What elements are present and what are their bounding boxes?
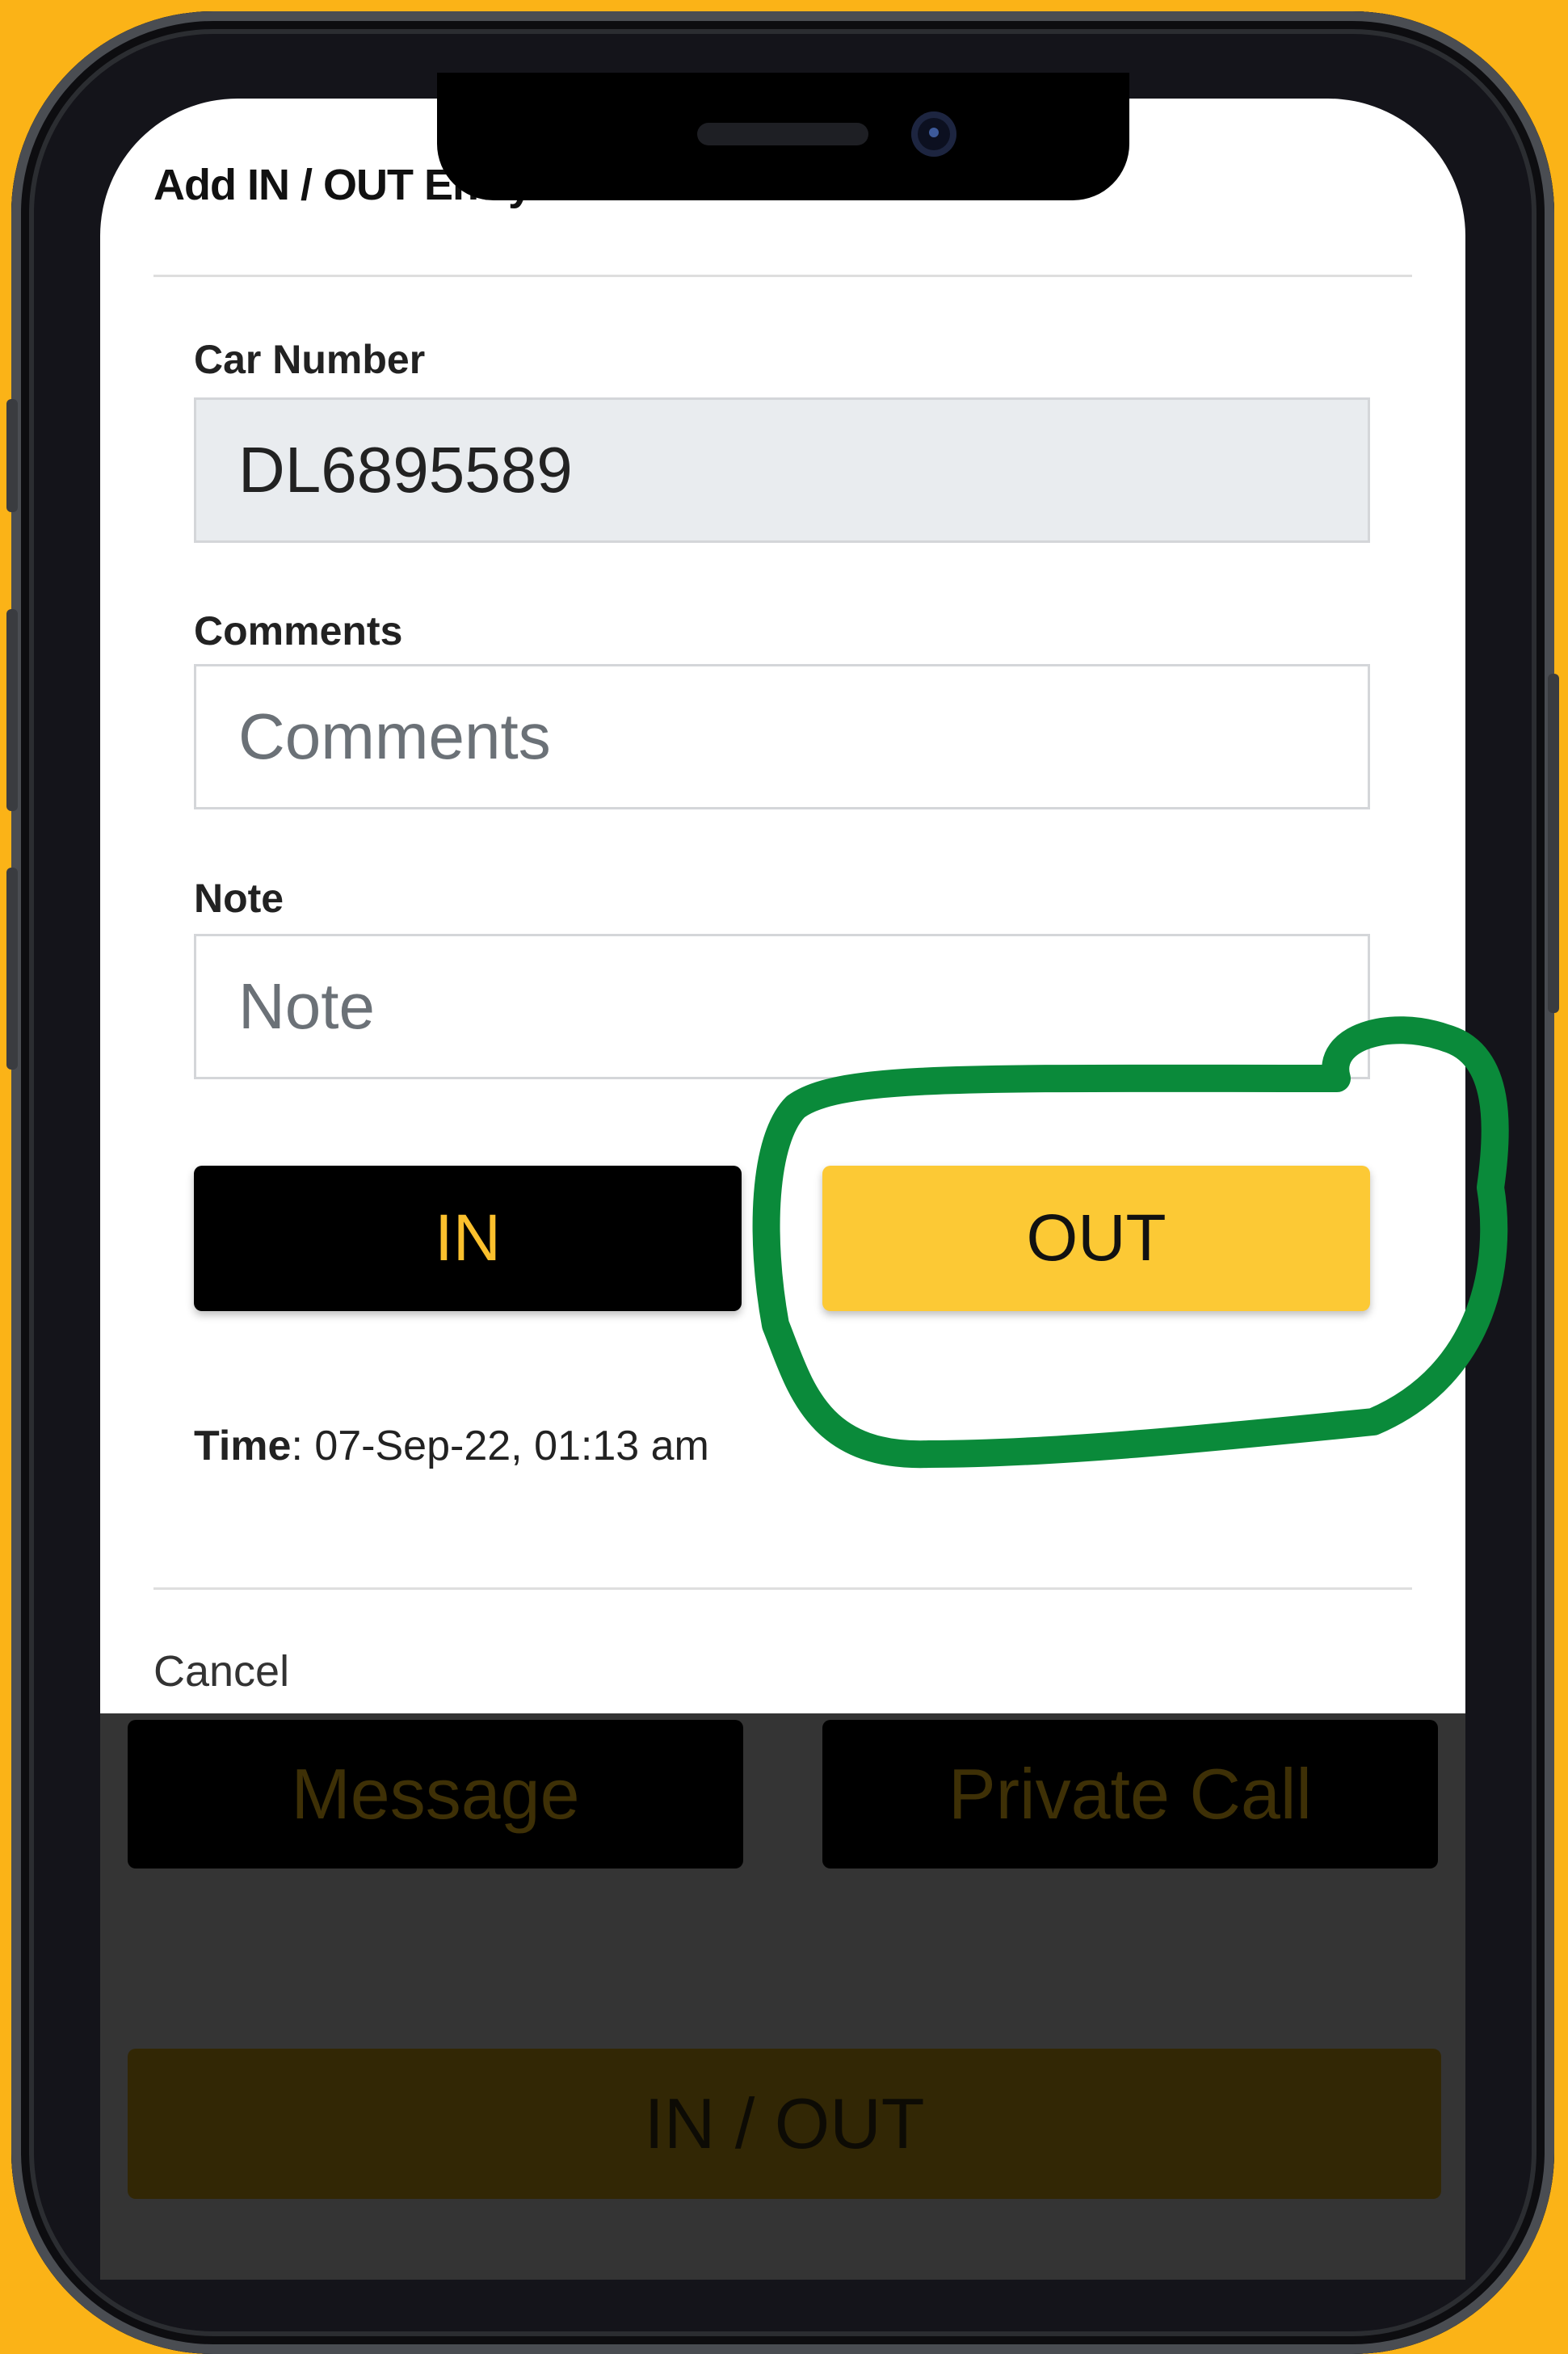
in-out-button: IN / OUT [128,2049,1441,2199]
dialog-footer-divider [153,1587,1412,1590]
phone-volume-down-button [6,868,18,1070]
entry-time: Time: 07-Sep-22, 01:13 am [194,1422,709,1470]
comments-input[interactable]: Comments [194,664,1370,809]
comments-placeholder: Comments [238,700,551,772]
phone-power-button [1548,674,1559,1013]
time-label: Time [194,1423,292,1469]
car-number-value: DL6895589 [238,434,573,506]
phone-notch [437,73,1129,200]
time-value: : 07-Sep-22, 01:13 am [291,1423,709,1469]
dialog-header-divider [153,275,1412,277]
phone-side-button [6,399,18,512]
car-number-label: Car Number [194,337,426,382]
out-button[interactable]: OUT [822,1166,1370,1311]
message-button: Message [128,1720,743,1868]
phone-volume-up-button [6,609,18,811]
note-label: Note [194,876,284,921]
note-input[interactable]: Note [194,934,1370,1079]
car-number-field[interactable]: DL6895589 [194,397,1370,543]
private-call-button: Private Call [822,1720,1438,1868]
comments-label: Comments [194,608,403,654]
cancel-button[interactable]: Cancel [153,1646,289,1696]
phone-screen: Add IN / OUT Entry: Car Number DL6895589… [100,99,1465,2280]
note-placeholder: Note [238,970,375,1042]
speaker-grille [697,123,868,145]
camera-icon [911,111,956,157]
in-button[interactable]: IN [194,1166,742,1311]
